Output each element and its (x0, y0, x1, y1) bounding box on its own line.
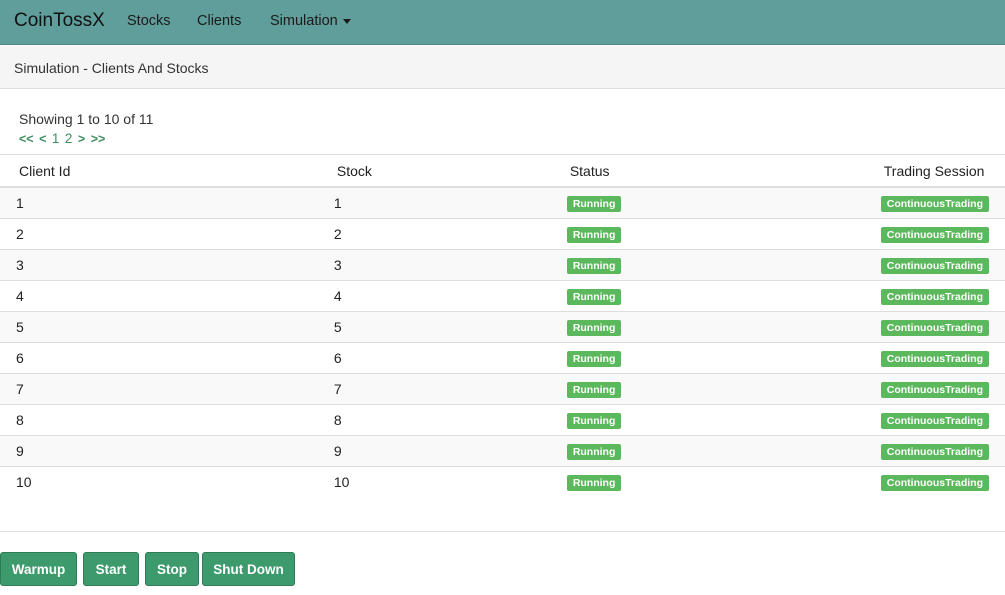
cell-stock: 5 (317, 311, 551, 343)
page-title: Simulation - Clients And Stocks (14, 60, 209, 76)
table-row: 5 5 Running ContinuousTrading (0, 311, 1005, 343)
table-header-row: Client Id Stock Status Trading Session (0, 154, 1005, 188)
cell-client-id: 1 (0, 186, 318, 219)
header-client-id: Client Id (0, 154, 318, 188)
table-row: 3 3 Running ContinuousTrading (0, 249, 1005, 281)
status-badge: Running (566, 351, 622, 367)
pager-page-2[interactable]: 2 (65, 131, 73, 146)
cell-stock: 2 (317, 218, 551, 250)
cell-status: Running (550, 186, 865, 219)
cell-stock: 10 (317, 466, 551, 497)
nav-clients[interactable]: Clients (197, 13, 241, 29)
brand-logo[interactable]: CoinTossX (14, 10, 105, 32)
session-badge: ContinuousTrading (880, 320, 989, 336)
cell-trading-session: ContinuousTrading (864, 311, 1005, 343)
cell-stock: 7 (317, 373, 551, 405)
session-badge: ContinuousTrading (880, 351, 989, 367)
cell-client-id: 7 (0, 373, 318, 405)
panel-heading: Simulation - Clients And Stocks (0, 46, 1005, 89)
pager-first[interactable]: << (19, 132, 34, 146)
cell-trading-session: ContinuousTrading (864, 373, 1005, 405)
cell-status: Running (550, 373, 865, 405)
start-button[interactable]: Start (83, 552, 139, 586)
cell-client-id: 9 (0, 435, 318, 467)
header-status: Status (550, 154, 865, 188)
cell-stock: 6 (317, 342, 551, 374)
session-badge: ContinuousTrading (880, 258, 989, 274)
cell-stock: 1 (317, 186, 551, 219)
cell-status: Running (550, 342, 865, 374)
cell-trading-session: ContinuousTrading (864, 435, 1005, 467)
cell-trading-session: ContinuousTrading (864, 404, 1005, 436)
cell-trading-session: ContinuousTrading (864, 342, 1005, 374)
cell-trading-session: ContinuousTrading (864, 186, 1005, 219)
cell-trading-session: ContinuousTrading (864, 466, 1005, 497)
cell-stock: 4 (317, 280, 551, 312)
session-badge: ContinuousTrading (880, 196, 989, 212)
table-row: 7 7 Running ContinuousTrading (0, 373, 1005, 405)
cell-client-id: 8 (0, 404, 318, 436)
nav-simulation-label: Simulation (270, 13, 338, 29)
table-row: 6 6 Running ContinuousTrading (0, 342, 1005, 374)
session-badge: ContinuousTrading (880, 227, 989, 243)
navbar: CoinTossX Stocks Clients Simulation (0, 0, 1005, 45)
session-badge: ContinuousTrading (880, 444, 989, 460)
header-trading-session: Trading Session (864, 154, 1005, 188)
cell-status: Running (550, 280, 865, 312)
session-badge: ContinuousTrading (880, 413, 989, 429)
nav-stocks[interactable]: Stocks (127, 13, 171, 29)
cell-client-id: 6 (0, 342, 318, 374)
shut-down-button[interactable]: Shut Down (202, 552, 295, 586)
status-badge: Running (566, 413, 622, 429)
cell-status: Running (550, 404, 865, 436)
table-row: 2 2 Running ContinuousTrading (0, 218, 1005, 250)
cell-status: Running (550, 249, 865, 281)
cell-status: Running (550, 311, 865, 343)
status-badge: Running (566, 227, 622, 243)
status-badge: Running (566, 289, 622, 305)
nav-simulation-dropdown[interactable]: Simulation (270, 13, 351, 29)
stop-button[interactable]: Stop (145, 552, 199, 586)
cell-stock: 8 (317, 404, 551, 436)
clients-stocks-table: Client Id Stock Status Trading Session 1… (0, 154, 1005, 497)
pager-next[interactable]: > (78, 132, 85, 146)
pager-prev[interactable]: < (39, 132, 46, 146)
status-badge: Running (566, 475, 622, 491)
status-badge: Running (566, 258, 622, 274)
session-badge: ContinuousTrading (880, 289, 989, 305)
pager-page-1[interactable]: 1 (52, 131, 60, 146)
cell-client-id: 3 (0, 249, 318, 281)
table-row: 1 1 Running ContinuousTrading (0, 186, 1005, 219)
status-badge: Running (566, 444, 622, 460)
cell-status: Running (550, 218, 865, 250)
cell-client-id: 10 (0, 466, 318, 497)
cell-stock: 3 (317, 249, 551, 281)
cell-client-id: 4 (0, 280, 318, 312)
session-badge: ContinuousTrading (880, 382, 989, 398)
cell-status: Running (550, 435, 865, 467)
status-badge: Running (566, 196, 622, 212)
cell-client-id: 5 (0, 311, 318, 343)
table-row: 4 4 Running ContinuousTrading (0, 280, 1005, 312)
session-badge: ContinuousTrading (880, 475, 989, 491)
cell-trading-session: ContinuousTrading (864, 218, 1005, 250)
header-stock: Stock (317, 154, 551, 188)
caret-down-icon (342, 18, 351, 24)
warmup-button[interactable]: Warmup (0, 552, 77, 586)
showing-count: Showing 1 to 10 of 11 (19, 111, 154, 127)
pagination: << < 1 2 > >> (19, 131, 107, 146)
status-badge: Running (566, 320, 622, 336)
cell-trading-session: ContinuousTrading (864, 280, 1005, 312)
status-badge: Running (566, 382, 622, 398)
table-row: 9 9 Running ContinuousTrading (0, 435, 1005, 467)
divider (0, 531, 1005, 532)
table-row: 10 10 Running ContinuousTrading (0, 466, 1005, 497)
cell-trading-session: ContinuousTrading (864, 249, 1005, 281)
cell-client-id: 2 (0, 218, 318, 250)
table-row: 8 8 Running ContinuousTrading (0, 404, 1005, 436)
pager-last[interactable]: >> (91, 132, 106, 146)
cell-stock: 9 (317, 435, 551, 467)
cell-status: Running (550, 466, 865, 497)
